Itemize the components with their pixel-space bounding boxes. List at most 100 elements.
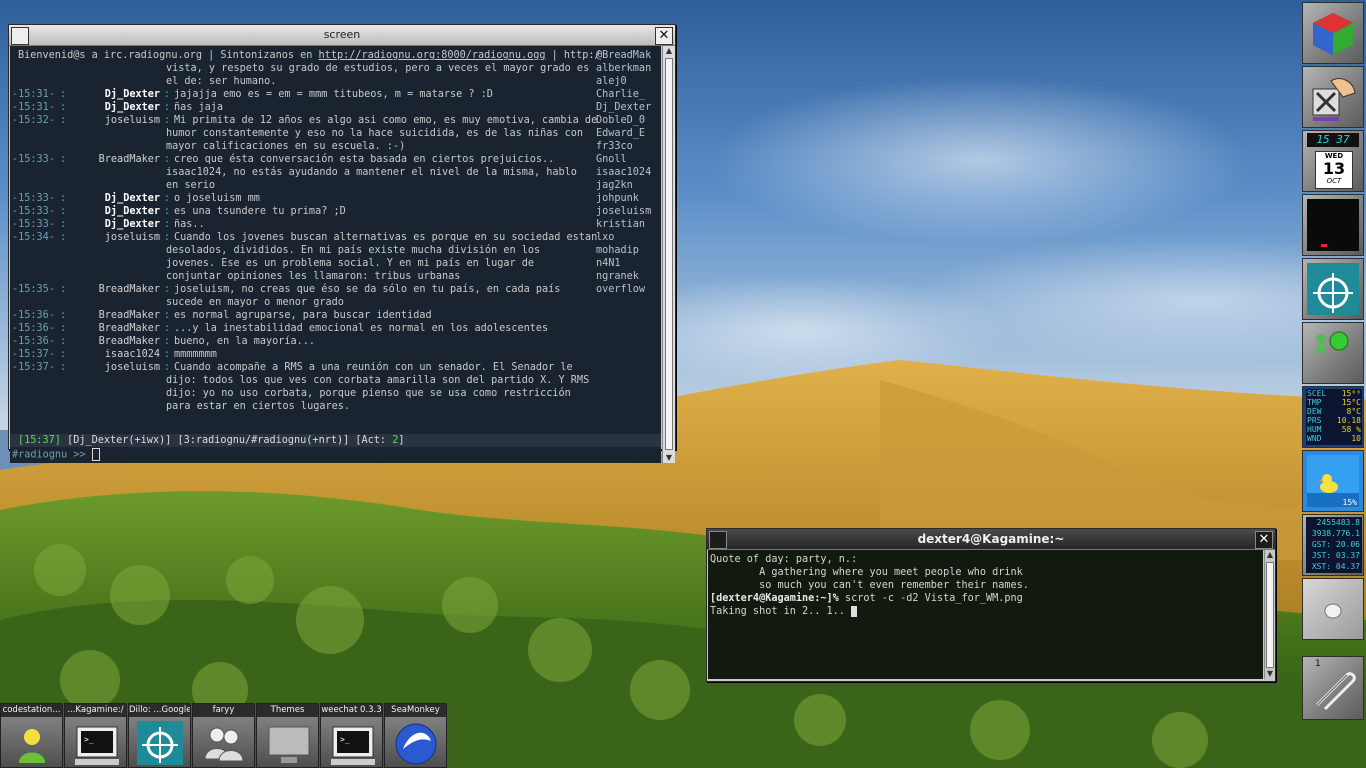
taskbar-item[interactable]: weechat 0.3.3 >_ <box>320 703 383 768</box>
terminal-icon: >_ <box>331 726 375 765</box>
nick-list-item[interactable]: alej0 <box>596 75 627 88</box>
dexter-window-titlebar[interactable]: dexter4@Kagamine:~ ✕ <box>707 529 1275 550</box>
taskbar-item[interactable]: faryy <box>192 703 255 768</box>
nick-colon: : <box>163 336 171 347</box>
nick-list-item[interactable]: Charlie_ <box>596 88 645 101</box>
nick-list-item[interactable]: Edward_E <box>596 127 645 140</box>
message-text: desolados, divididos. En mi país existe … <box>166 245 541 256</box>
scroll-up-icon[interactable]: ▲ <box>663 46 675 56</box>
message-separator: : <box>60 349 67 360</box>
taskbar-item[interactable]: codestation... <box>0 703 63 768</box>
message-row: -15:37-: isaac1024: mmmmmmm <box>12 348 217 361</box>
message-nick: BreadMaker <box>98 336 160 347</box>
weather-readout: SCEL 15⁰⁰ TMP 15°C DEW 8°C PRS 10.18 HUM 58 % WND 1… <box>1306 389 1362 445</box>
message-timestamp: -15:36- <box>12 336 55 347</box>
message-separator: : <box>60 336 67 347</box>
cpu-graph <box>1307 199 1359 251</box>
dock-app-menu[interactable] <box>1302 2 1364 64</box>
chat-people-icon <box>204 727 244 762</box>
taskbar-item[interactable]: Dillo: ...Google <box>128 703 191 768</box>
screen-scrollbar[interactable]: ▲ ▼ <box>662 46 675 463</box>
screen-window-title: screen <box>323 28 361 41</box>
close-icon[interactable]: ✕ <box>1255 531 1273 549</box>
dock-messenger[interactable] <box>1302 322 1364 384</box>
seamonkey-icon <box>395 723 437 765</box>
screen-window-titlebar[interactable]: screen ✕ <box>9 25 675 46</box>
weather-row: DEW 8°C <box>1307 407 1361 416</box>
dock-mouse-app[interactable] <box>1302 578 1364 640</box>
message-text: vista, y respeto su grado de estudios, p… <box>166 63 590 74</box>
scroll-thumb[interactable] <box>665 58 673 450</box>
message-text: jajajja emo es = em = mmm titubeos, m = … <box>174 89 493 100</box>
taskbar-item[interactable]: ...Kagamine:/ >_ <box>64 703 127 768</box>
scroll-up-icon[interactable]: ▲ <box>1265 550 1275 560</box>
nick-list-item[interactable]: alberkman <box>596 62 651 75</box>
message-separator: : <box>60 115 67 126</box>
nick-list-item[interactable]: n4N1 <box>596 257 621 270</box>
message-text: bueno, en la mayoría... <box>174 336 316 347</box>
message-timestamp: -15:36- <box>12 323 55 334</box>
dock-xkill[interactable] <box>1302 66 1364 128</box>
scroll-down-icon[interactable]: ▼ <box>663 453 675 463</box>
dexter-scrollbar[interactable]: ▲ ▼ <box>1264 550 1275 679</box>
message-nick: Dj_Dexter <box>104 89 160 100</box>
nick-colon: : <box>163 154 171 165</box>
dock-cpu-monitor <box>1302 194 1364 256</box>
close-icon[interactable]: ✕ <box>655 27 673 45</box>
cursor <box>91 448 100 461</box>
message-nick: Dj_Dexter <box>104 102 160 113</box>
channel-topic: Bienvenid@s a irc.radiognu.org | Sintoni… <box>18 50 601 61</box>
topic-url[interactable]: http://radiognu.org:8000/radiognu.ogg <box>319 50 546 61</box>
nick-list-item[interactable]: overflow <box>596 283 645 296</box>
nick-list-item[interactable]: kristian <box>596 218 645 231</box>
dexter-window-title: dexter4@Kagamine:~ <box>917 532 1065 546</box>
weather-value: 15°C <box>1341 398 1361 407</box>
nick-list-item[interactable]: ngranek <box>596 270 639 283</box>
message-text: mmmmmmm <box>174 349 217 360</box>
nick-list-item[interactable]: joseluism <box>596 205 651 218</box>
nick-colon: : <box>163 219 171 230</box>
monitor-icon <box>268 726 310 763</box>
nick-list-item[interactable]: isaac1024 <box>596 166 651 179</box>
message-separator: : <box>60 193 67 204</box>
shell-terminal[interactable]: Quote of day: party, n.: A gathering whe… <box>708 550 1263 679</box>
nick-list-item[interactable]: DobleD_0 <box>596 114 645 127</box>
nick-list-item[interactable]: Gnoll <box>596 153 627 166</box>
message-separator: : <box>60 232 67 243</box>
window-menu-icon[interactable] <box>11 27 29 45</box>
message-nick: BreadMaker <box>98 323 160 334</box>
message-row: sucede en mayor o menor grado <box>166 296 344 309</box>
message-row: jovenes. Ese es un problema social. Y en… <box>166 257 534 270</box>
message-row: -15:33-: Dj_Dexter: ñas.. <box>12 218 205 231</box>
message-separator: : <box>60 284 67 295</box>
nick-list-item[interactable]: jag2kn <box>596 179 633 192</box>
message-nick: Dj_Dexter <box>104 193 160 204</box>
message-text: ñas jaja <box>174 102 224 113</box>
nick-list-item[interactable]: @BreadMak <box>596 49 651 62</box>
dexter-terminal-window[interactable]: dexter4@Kagamine:~ ✕ Quote of day: party… <box>706 528 1276 682</box>
message-separator: : <box>60 362 67 373</box>
message-nick: BreadMaker <box>98 284 160 295</box>
taskbar-item[interactable]: Themes <box>256 703 319 768</box>
nick-list-item[interactable]: fr33co <box>596 140 633 153</box>
nick-colon: : <box>163 323 171 334</box>
screen-window[interactable]: screen ✕ Bienvenid@s a irc.radiognu.org … <box>8 24 676 463</box>
scroll-thumb[interactable] <box>1266 562 1274 668</box>
world-clock-readout: 2455483.8 3938.776.1 GST: 20.06 JST: 03.37 X… <box>1306 517 1362 573</box>
dock-dillo-browser[interactable] <box>1302 258 1364 320</box>
message-nick: joseluism <box>104 362 160 373</box>
nick-list-item[interactable]: Dj_Dexter <box>596 101 651 114</box>
input-line[interactable]: #radiognu >> <box>12 448 100 461</box>
taskbar-item[interactable]: SeaMonkey <box>384 703 447 768</box>
nick-list-item[interactable]: mohadip <box>596 244 639 257</box>
nick-colon: : <box>163 362 171 373</box>
nick-colon: : <box>163 89 171 100</box>
nick-list-item[interactable]: johpunk <box>596 192 639 205</box>
window-menu-icon[interactable] <box>709 531 727 549</box>
dock-workspace-pager[interactable]: 1 <box>1302 656 1364 720</box>
scroll-down-icon[interactable]: ▼ <box>1265 669 1275 679</box>
weather-value: 58 % <box>1341 425 1361 434</box>
weather-key: PRS <box>1307 416 1322 425</box>
nick-list-item[interactable]: lxo <box>596 231 614 244</box>
irc-terminal[interactable]: Bienvenid@s a irc.radiognu.org | Sintoni… <box>10 46 661 463</box>
